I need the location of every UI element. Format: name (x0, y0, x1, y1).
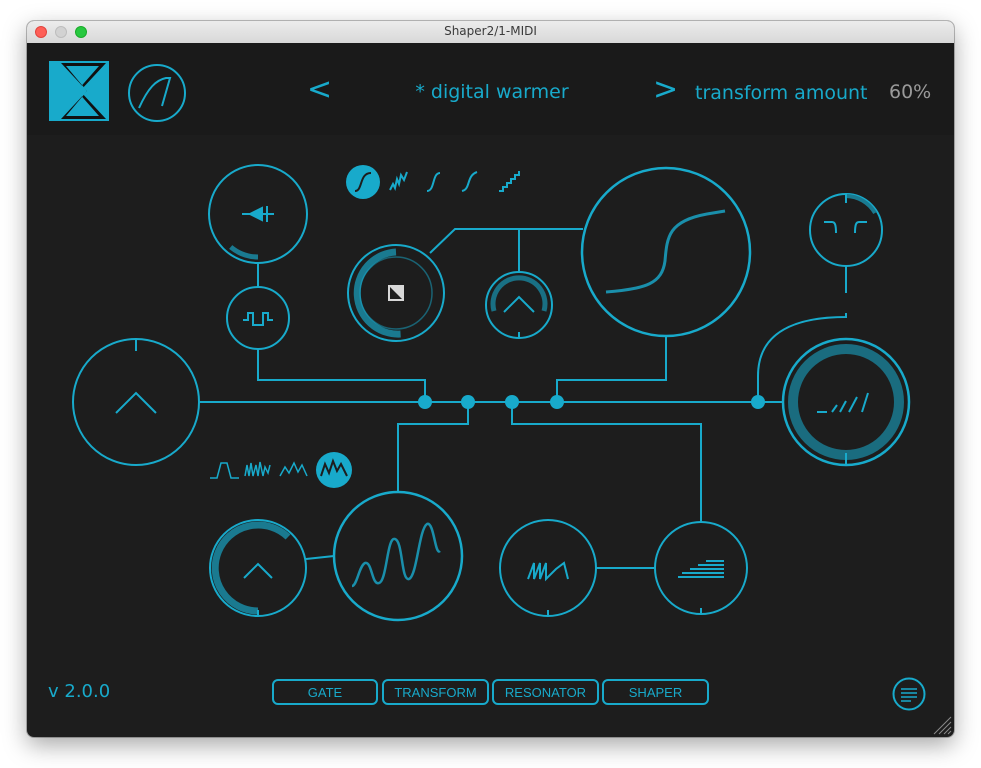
input-knob[interactable] (72, 338, 200, 466)
filter-knob[interactable] (809, 193, 883, 267)
gate-route (257, 349, 426, 402)
drive-knob[interactable] (347, 244, 445, 342)
bias-knob[interactable] (485, 271, 553, 339)
menu-icon[interactable] (892, 677, 926, 711)
wave-option-triangle[interactable] (279, 461, 308, 477)
wave-option-square[interactable] (210, 462, 239, 479)
tab-resonator[interactable]: RESONATOR (492, 679, 599, 705)
version-label: v 2.0.0 (48, 681, 111, 702)
shape-option-stairs[interactable] (499, 171, 520, 192)
lfo-route (397, 402, 469, 492)
output-mix-knob[interactable] (781, 337, 911, 467)
drive-route (429, 228, 583, 254)
transfer-curve-display[interactable] (580, 166, 752, 338)
junction-dot[interactable] (461, 395, 475, 409)
shape-selector[interactable] (346, 165, 520, 199)
plugin-window: Shaper2/1-MIDI < * digital warmer > tran… (27, 21, 954, 737)
lfo-rate-link (305, 555, 335, 560)
junction-dot[interactable] (418, 395, 432, 409)
shape-option-noise[interactable] (389, 171, 408, 191)
curve-route (556, 336, 667, 402)
junction-dot[interactable] (505, 395, 519, 409)
tab-shaper[interactable]: SHAPER (602, 679, 709, 705)
resize-grip-icon[interactable] (932, 715, 952, 735)
wave-option-random[interactable] (316, 452, 352, 488)
lfo-rate-knob[interactable] (209, 519, 307, 617)
resonator-knob[interactable] (499, 519, 597, 617)
resonator-amount-knob[interactable] (654, 521, 748, 615)
resonator-route (511, 402, 702, 522)
lfo-waveform-display[interactable] (332, 490, 464, 622)
tab-transform[interactable]: TRANSFORM (382, 679, 489, 705)
shape-option-s-curve[interactable] (346, 165, 380, 199)
signal-graph (72, 164, 911, 622)
waveform-selector[interactable] (210, 452, 352, 488)
gate-threshold-knob[interactable] (208, 164, 308, 264)
wave-option-noise[interactable] (244, 461, 271, 477)
junction-dot[interactable] (550, 395, 564, 409)
tab-gate[interactable]: GATE (272, 679, 378, 705)
shape-option-soft[interactable] (426, 172, 441, 192)
shape-option-asym[interactable] (461, 171, 478, 192)
junction-dot[interactable] (751, 395, 765, 409)
gate-pulse-knob[interactable] (226, 286, 290, 350)
